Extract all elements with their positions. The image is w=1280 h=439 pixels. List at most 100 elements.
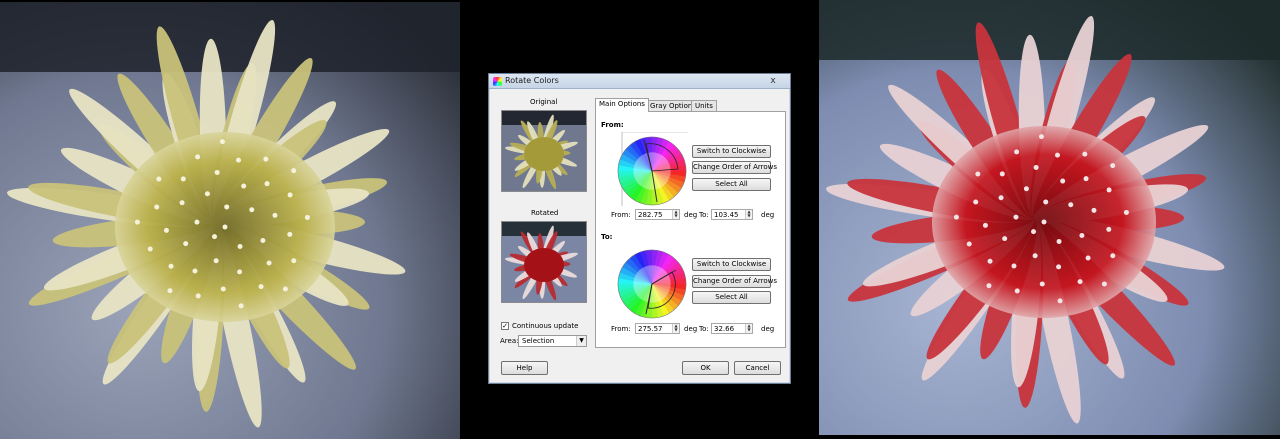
stamen-dot <box>1057 298 1063 304</box>
original-photo <box>0 2 460 439</box>
stamen-dot <box>1033 164 1039 170</box>
stamen-dot <box>180 176 186 182</box>
stamen-dot <box>999 171 1005 177</box>
spin-arrows-icon[interactable]: ▲ ▼ <box>745 324 752 333</box>
help-button[interactable]: Help <box>501 361 548 375</box>
stamen-dot <box>167 288 173 294</box>
stamen-dot <box>1023 186 1029 192</box>
stamen-dot <box>272 212 278 218</box>
area-label: Area: <box>500 337 519 345</box>
from-change-order-button[interactable]: Change Order of Arrows <box>692 161 777 174</box>
main-options-panel: From: Switch to Clockwise Change Order o… <box>595 111 786 348</box>
to-switch-clockwise-button[interactable]: Switch to Clockwise <box>692 258 771 271</box>
stamen-dot <box>291 168 297 174</box>
to-select-all-button[interactable]: Select All <box>692 291 771 304</box>
stamen-dot <box>258 284 264 290</box>
area-select[interactable]: Selection ▼ <box>518 335 587 347</box>
to-change-order-button[interactable]: Change Order of Arrows <box>692 275 777 288</box>
from-end-angle-input[interactable]: 103.45 ▲ ▼ <box>711 209 753 220</box>
stamen-dot <box>1079 233 1085 239</box>
close-button[interactable]: x <box>759 75 787 87</box>
stamen-dot <box>260 238 266 244</box>
stamen-dot <box>975 171 981 177</box>
stamen-dot <box>1056 239 1062 245</box>
from-section-heading: From: <box>601 121 624 129</box>
stamen-dot <box>1013 214 1019 220</box>
from-color-wheel[interactable] <box>614 130 688 206</box>
spin-arrows-icon[interactable]: ▲ ▼ <box>672 210 679 219</box>
title-bar[interactable]: Rotate Colors x <box>489 74 790 89</box>
spin-arrows-icon[interactable]: ▲ ▼ <box>745 210 752 219</box>
from-from-label: From: <box>611 211 631 219</box>
stamen-dot <box>291 258 297 264</box>
to-color-wheel[interactable] <box>614 246 688 320</box>
to-from-label: From: <box>611 325 631 333</box>
dialog-title: Rotate Colors <box>505 76 559 85</box>
stamen-dot <box>1032 253 1038 259</box>
stamen-dot <box>1043 199 1049 205</box>
from-unit-1: deg <box>684 211 698 219</box>
stamen-dot <box>966 241 972 247</box>
stamen-dot <box>195 154 201 160</box>
stamen-dot <box>953 214 959 220</box>
stamen-dot <box>224 204 230 210</box>
stamen-dot <box>1077 279 1083 285</box>
stamen-dot <box>1060 178 1066 184</box>
from-to-label: To: <box>699 211 709 219</box>
stamen-dot <box>264 181 270 187</box>
stamen-dot <box>1083 176 1089 182</box>
to-end-angle-input[interactable]: 32.66 ▲ ▼ <box>711 323 753 334</box>
stamen-dot <box>241 183 247 189</box>
stamen-dot <box>304 214 310 220</box>
cancel-button[interactable]: Cancel <box>734 361 781 375</box>
close-icon: x <box>770 76 776 86</box>
rotated-preview <box>501 221 587 303</box>
area-value: Selection <box>522 337 555 345</box>
tab-main-options[interactable]: Main Options <box>595 98 649 112</box>
ok-button[interactable]: OK <box>682 361 729 375</box>
stamen-dot <box>1082 151 1088 157</box>
stamen-dot <box>1091 207 1097 213</box>
stamen-dot <box>219 139 225 145</box>
stamen-dot <box>998 195 1004 201</box>
from-select-all-button[interactable]: Select All <box>692 178 771 191</box>
stamen-dot <box>238 303 244 309</box>
from-switch-clockwise-button[interactable]: Switch to Clockwise <box>692 145 771 158</box>
spin-arrows-icon[interactable]: ▲ ▼ <box>672 324 679 333</box>
stamen-dot <box>1041 219 1047 225</box>
stamen-dot <box>1011 263 1017 269</box>
app-icon <box>493 77 502 86</box>
to-unit-2: deg <box>761 325 775 333</box>
stamen-dot <box>973 199 979 205</box>
stamen-dot <box>194 219 200 225</box>
stamen-dot <box>179 200 185 206</box>
stamen-dot <box>134 219 140 225</box>
stamen-dot <box>192 268 198 274</box>
from-unit-2: deg <box>761 211 775 219</box>
stamen-dot <box>249 207 255 213</box>
stamen-dot <box>986 283 992 289</box>
from-start-angle-input[interactable]: 282.75 ▲ ▼ <box>635 209 680 220</box>
stamen-dot <box>147 246 153 252</box>
stamen-dot <box>214 169 220 175</box>
stamen-dot <box>287 192 293 198</box>
stamen-dot <box>982 222 988 228</box>
stamen-dot <box>987 258 993 264</box>
tab-units[interactable]: Units <box>691 100 717 111</box>
continuous-update-checkbox[interactable]: ✓ <box>501 322 509 330</box>
stamen-dot <box>1031 229 1037 235</box>
stamen-dot <box>1106 226 1112 232</box>
stamen-dot <box>1068 202 1074 208</box>
rotate-colors-dialog: Rotate Colors x Original Rotated ✓ Conti… <box>488 73 791 384</box>
stamen-dot <box>1110 253 1116 259</box>
to-start-angle-input[interactable]: 275.57 ▲ ▼ <box>635 323 680 334</box>
stamen-dot <box>1014 288 1020 294</box>
stamen-dot <box>1106 187 1112 193</box>
stamen-dot <box>154 204 160 210</box>
stamen-dot <box>220 286 226 292</box>
stamen-dot <box>1039 281 1045 287</box>
stamen-dot <box>1002 236 1008 242</box>
stamen-dot <box>1055 152 1061 158</box>
stamen-dot <box>237 244 243 250</box>
stamen-dot <box>156 176 162 182</box>
